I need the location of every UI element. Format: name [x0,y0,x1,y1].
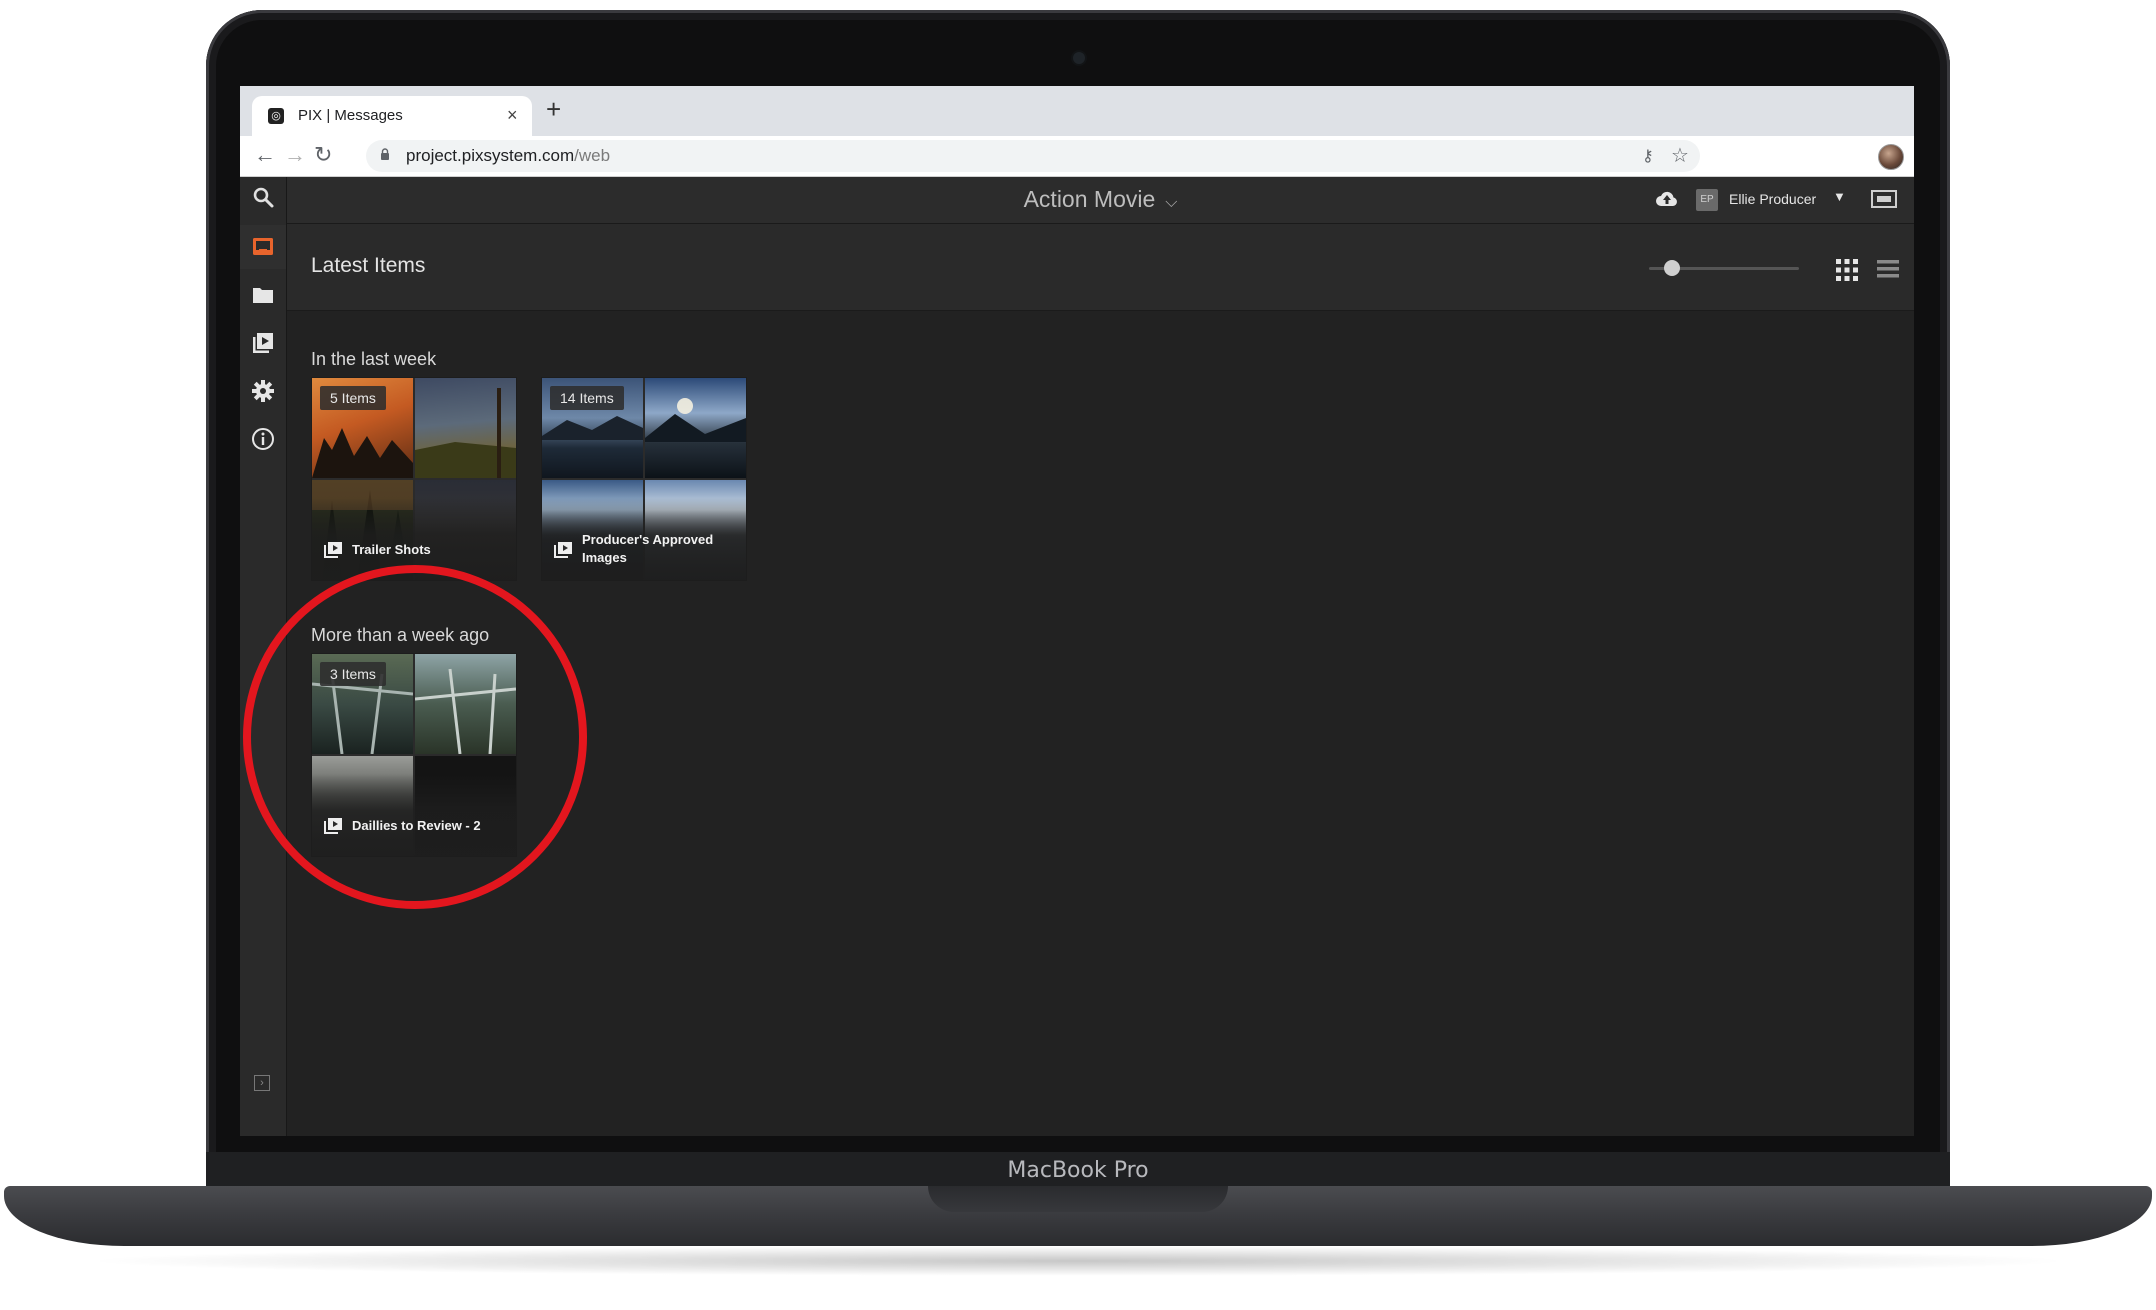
cloud-upload-icon[interactable] [1655,189,1679,209]
card-name: Producer's Approved Images [582,532,714,565]
user-name[interactable]: Ellie Producer [1729,191,1816,207]
grid-view-icon[interactable] [1835,258,1859,282]
laptop-brand-label: MacBook Pro [1007,1158,1149,1183]
page-title: Latest Items [311,254,426,277]
profile-avatar[interactable] [1878,144,1904,170]
page-header: Latest Items [287,224,1914,311]
url-text: project.pixsystem.com/web [406,146,611,165]
highlight-circle-annotation [243,565,587,909]
playlist-icon[interactable] [251,331,275,355]
webcam [1073,52,1085,64]
screen-share-icon[interactable] [1871,189,1897,211]
section-title-last-week: In the last week [311,349,437,369]
user-menu-caret-icon[interactable]: ▼ [1833,189,1846,204]
playlist-icon [554,542,572,558]
reload-icon[interactable]: ↻ [314,142,332,168]
browser-toolbar: ← → ↻ project.pixsystem.com/web ⚷ ☆ [240,136,1914,177]
browser-tab[interactable]: ◎ PIX | Messages × [252,96,532,136]
back-icon[interactable]: ← [254,142,276,168]
sidebar-expand-icon[interactable]: › [254,1075,270,1091]
inbox-icon[interactable] [251,235,275,259]
item-count-badge: 5 Items [320,386,386,410]
app-topbar: Action Movie ⌵ EP Ellie Producer ▼ [287,177,1914,224]
key-icon[interactable]: ⚷ [1642,146,1654,166]
address-bar[interactable]: project.pixsystem.com/web ⚷ ☆ [366,140,1700,172]
new-tab-button[interactable]: + [546,94,561,125]
gear-icon[interactable] [251,379,275,403]
card-name: Trailer Shots [352,542,431,557]
playlist-icon [324,542,342,558]
lock-icon [381,148,389,160]
forward-icon[interactable]: → [284,142,306,168]
user-avatar[interactable]: EP [1696,189,1718,211]
pix-logo-icon: ◎ [268,108,284,124]
chevron-down-icon: ⌵ [1165,194,1178,211]
slider-handle[interactable] [1663,260,1680,276]
laptop-notch [928,1186,1228,1212]
info-icon[interactable] [251,427,275,451]
close-icon[interactable]: × [507,105,518,126]
thumbnail [645,378,746,478]
folder-icon[interactable] [251,283,275,307]
item-count-badge: 14 Items [550,386,624,410]
search-icon[interactable] [251,185,275,209]
playlist-card-trailer-shots[interactable]: 5 Items Trailer Shots [311,377,517,581]
project-title: Action Movie [1023,186,1156,212]
tab-title: PIX | Messages [298,107,403,124]
star-icon[interactable]: ☆ [1671,143,1689,168]
laptop-shadow [80,1246,2076,1276]
list-view-icon[interactable] [1877,258,1899,280]
browser-tabstrip: ◎ PIX | Messages × + [240,86,1914,136]
playlist-card-producers-approved-images[interactable]: 14 Items Producer's Approved Images [541,377,747,581]
thumbnail [415,378,516,478]
